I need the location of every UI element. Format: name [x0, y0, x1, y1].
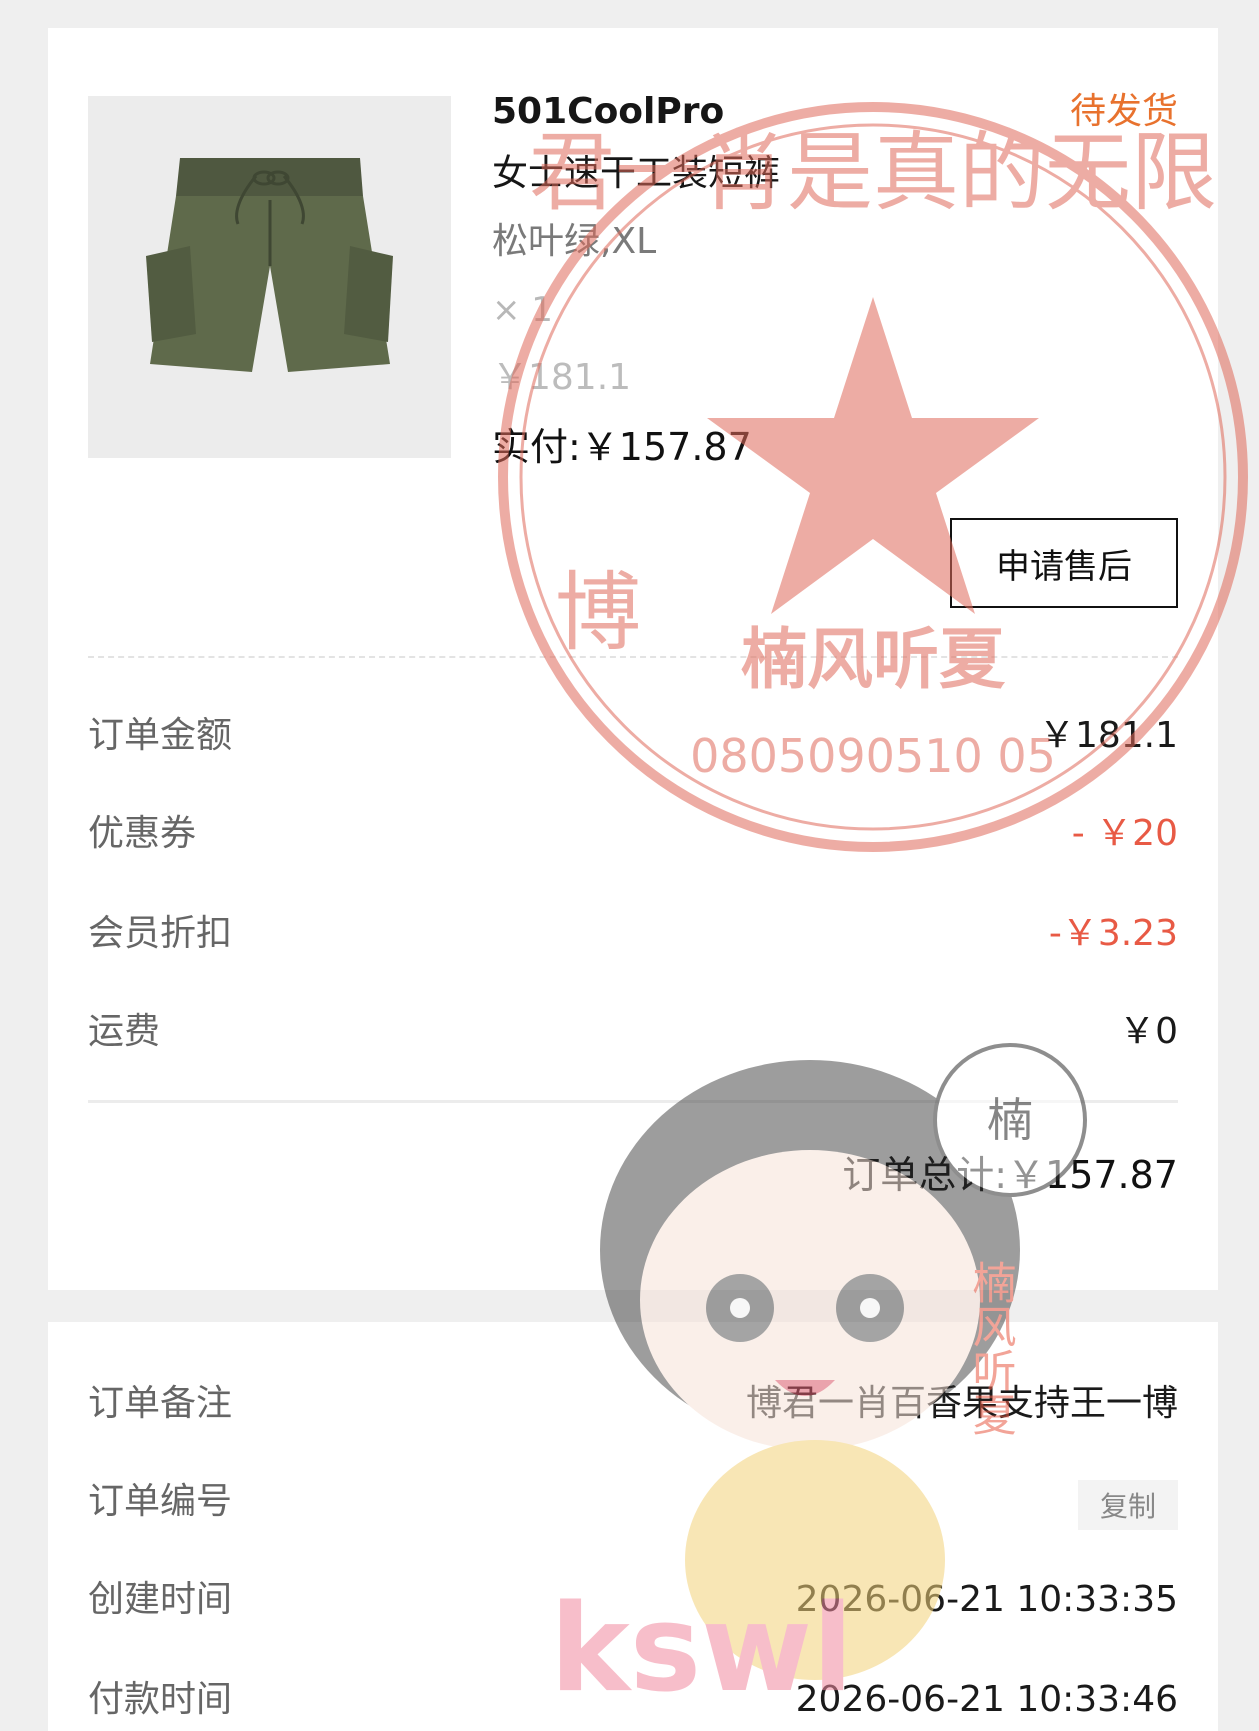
coupon-label: 优惠券 — [88, 813, 197, 854]
order-total: 订单总计:￥157.87 — [842, 1153, 1178, 1197]
divider — [88, 656, 1178, 658]
order-status: 待发货 — [1069, 91, 1178, 132]
paid-amount: 实付:￥157.87 — [492, 425, 752, 469]
product-subtitle[interactable]: 女士速干工装短裤 — [492, 152, 780, 196]
payment-time-value: 2026-06-21 10:33:46 — [795, 1679, 1178, 1720]
order-info-card: 订单备注 博君一肖百香果支持王一博 订单编号 复制 创建时间 2026-06-2… — [48, 1322, 1218, 1731]
order-note-label: 订单备注 — [88, 1383, 233, 1424]
payment-time-label: 付款时间 — [88, 1679, 233, 1720]
after-sale-button[interactable]: 申请售后 — [950, 518, 1178, 608]
copy-button[interactable]: 复制 — [1078, 1480, 1178, 1530]
product-quantity: × 1 — [492, 290, 553, 330]
order-number-label: 订单编号 — [88, 1481, 233, 1522]
created-time-value: 2026-06-21 10:33:35 — [795, 1579, 1178, 1620]
order-card: 501CoolPro 女士速干工装短裤 待发货 松叶绿,XL × 1 ￥181.… — [48, 28, 1218, 1290]
shipping-value: ￥0 — [1119, 1011, 1178, 1052]
product-name[interactable]: 501CoolPro — [492, 90, 724, 134]
product-image[interactable] — [88, 96, 451, 458]
product-spec: 松叶绿,XL — [492, 221, 657, 262]
shorts-image — [88, 96, 451, 458]
shipping-label: 运费 — [88, 1011, 161, 1052]
created-time-label: 创建时间 — [88, 1579, 233, 1620]
divider — [88, 1100, 1178, 1103]
coupon-value: - ￥20 — [1071, 813, 1178, 854]
order-note-value: 博君一肖百香果支持王一博 — [745, 1383, 1178, 1424]
order-amount-value: ￥181.1 — [1038, 715, 1178, 756]
original-price: ￥181.1 — [492, 357, 632, 398]
member-discount-label: 会员折扣 — [88, 913, 233, 954]
order-amount-label: 订单金额 — [88, 715, 233, 756]
member-discount-value: -￥3.23 — [1048, 913, 1178, 954]
